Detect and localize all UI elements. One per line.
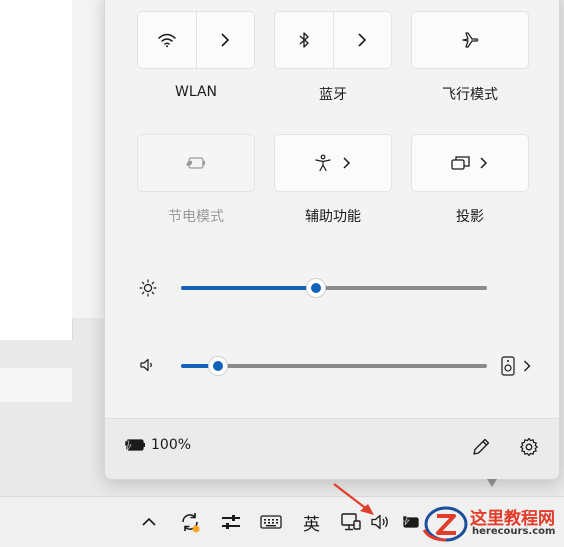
chevron-right-icon <box>480 157 488 169</box>
battery-status[interactable]: 100% <box>125 437 191 453</box>
chevron-right-icon <box>221 33 230 47</box>
background-strip <box>0 368 72 402</box>
bluetooth-tile <box>274 11 392 69</box>
wifi-icon <box>158 33 176 48</box>
scroll-down-icon[interactable] <box>487 479 497 487</box>
battery-icon <box>402 515 419 528</box>
watermark: 这里教程网 herecours.com <box>420 500 564 546</box>
volume-slider-row <box>105 351 559 381</box>
speaker-device-icon <box>501 356 515 376</box>
battery-charging-icon <box>125 439 145 452</box>
audio-output-button[interactable] <box>501 356 531 376</box>
battery-saver-label: 节电模式 <box>168 209 224 225</box>
wlan-label: WLAN <box>174 84 217 100</box>
brightness-slider-thumb[interactable] <box>305 278 326 298</box>
annotation-arrow-icon <box>333 483 374 515</box>
battery-tray-icon[interactable] <box>402 510 422 534</box>
watermark-logo-icon <box>422 506 468 542</box>
wlan-toggle-button[interactable] <box>138 12 197 68</box>
accessibility-tile[interactable] <box>274 134 392 192</box>
wlan-expand-button[interactable] <box>196 12 254 68</box>
keyboard-icon <box>260 515 282 529</box>
brightness-slider-row <box>105 273 559 303</box>
chevron-up-icon <box>142 517 156 526</box>
brightness-icon <box>139 279 157 301</box>
background-window-edge <box>72 0 107 318</box>
cast-tile[interactable] <box>411 134 529 192</box>
battery-saver-tile[interactable] <box>137 134 255 192</box>
sync-tray-button[interactable] <box>178 510 202 534</box>
chevron-right-icon <box>358 33 367 47</box>
volume-slider-track[interactable] <box>181 356 487 376</box>
accessibility-label: 辅助功能 <box>305 209 361 225</box>
accessibility-icon <box>315 154 331 172</box>
adjust-tray-button[interactable] <box>220 510 242 534</box>
airplane-icon <box>462 32 479 48</box>
airplane-mode-tile[interactable] <box>411 11 529 69</box>
volume-icon[interactable] <box>139 357 155 377</box>
volume-slider-thumb[interactable] <box>207 356 228 376</box>
bluetooth-expand-button[interactable] <box>333 12 391 68</box>
airplane-mode-label: 飞行模式 <box>442 87 498 103</box>
watermark-subtitle: herecours.com <box>472 526 556 537</box>
chevron-right-icon <box>524 360 531 372</box>
cast-label: 投影 <box>456 209 484 225</box>
brightness-slider-fill <box>181 286 316 290</box>
input-method-indicator[interactable]: 英 <box>303 510 320 535</box>
edit-quick-settings-button[interactable] <box>471 437 491 461</box>
sync-icon <box>182 513 200 533</box>
bluetooth-icon <box>299 32 309 48</box>
cast-icon <box>451 156 470 170</box>
wlan-tile <box>137 11 255 69</box>
bluetooth-toggle-button[interactable] <box>275 12 334 68</box>
brightness-slider-track[interactable] <box>181 278 487 298</box>
battery-percentage: 100% <box>151 437 192 453</box>
settings-button[interactable] <box>519 437 539 461</box>
gear-icon <box>520 437 538 457</box>
sliders-icon <box>222 515 240 529</box>
show-hidden-icons-button[interactable] <box>142 510 156 534</box>
chevron-right-icon <box>343 157 351 169</box>
quick-settings-footer: 100% <box>105 418 559 479</box>
background-window <box>0 0 73 340</box>
pencil-icon <box>473 438 490 455</box>
touch-keyboard-button[interactable] <box>260 510 282 534</box>
bluetooth-label: 蓝牙 <box>319 87 347 103</box>
battery-saver-icon <box>186 157 205 169</box>
quick-settings-panel: WLAN 蓝牙 飞行模式 节电模式 辅助功能 投影 100% <box>104 0 560 480</box>
